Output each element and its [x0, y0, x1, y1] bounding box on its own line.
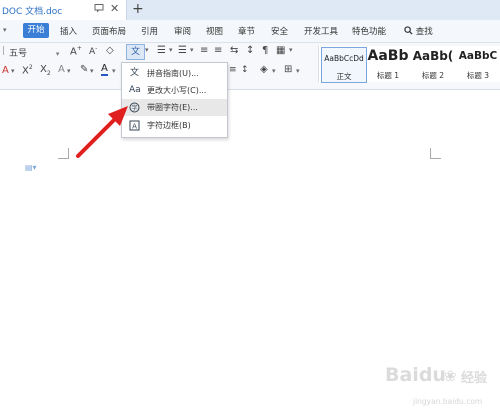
clear-format-icon[interactable]: ◇	[106, 45, 114, 56]
line-spacing-icon[interactable]: ↕	[241, 65, 249, 75]
shading-chevron-icon[interactable]: ▾	[272, 67, 276, 75]
menu-tab-insert[interactable]: 插入	[60, 25, 77, 37]
menu-tab-features[interactable]: 特色功能	[352, 25, 386, 37]
annotation-arrow	[76, 106, 128, 158]
bullet-list-icon[interactable]: ☰	[157, 45, 166, 56]
quick-access-dropdown-icon[interactable]: ▾	[3, 26, 7, 34]
new-tab-button[interactable]: +	[132, 1, 144, 17]
watermark-sub: 经验	[461, 371, 488, 386]
style-preview: AaBb(	[412, 49, 454, 63]
margin-corner-top-right	[430, 148, 441, 159]
document-tab[interactable]: DOC 文档.doc ✕	[0, 0, 127, 20]
numbered-list-icon[interactable]: ☰	[178, 45, 187, 56]
style-label: 标题 3	[466, 71, 490, 80]
search-menu[interactable]: 查找	[404, 25, 433, 37]
menu-tab-chapter[interactable]: 章节	[238, 25, 255, 37]
indent-icon[interactable]: ≡	[214, 45, 222, 56]
highlight-icon[interactable]: ✎	[80, 64, 88, 75]
phonetic-guide-button[interactable]: 文	[126, 44, 145, 60]
font-color-a-icon[interactable]: A	[2, 65, 9, 76]
margin-corner-top-left	[58, 148, 69, 159]
style-label: 标题 1	[376, 71, 400, 80]
dropdown-item-label: 拼音指南(U)...	[147, 69, 199, 78]
font-size-dropdown[interactable]: 五号 ▾	[9, 46, 59, 59]
font-color-chevron-icon[interactable]: ▾	[112, 67, 116, 75]
highlight-chevron-icon[interactable]: ▾	[90, 67, 94, 75]
close-tab-icon[interactable]: ✕	[110, 2, 119, 15]
styles-gallery: AaBbCcDd 正文 AaBb 标题 1 AaBb( 标题 2 AaBbC 标…	[318, 46, 500, 83]
chevron-down-icon: ▾	[55, 50, 60, 58]
paw-icon: ❀	[444, 367, 457, 385]
phonetic-guide-chevron-icon[interactable]: ▾	[145, 46, 149, 54]
search-icon	[404, 26, 413, 35]
font-shrink-icon[interactable]: A-	[89, 45, 97, 57]
pin-icon[interactable]	[94, 3, 104, 16]
dropdown-item-change-case[interactable]: Aa 更改大小写(C)...	[122, 82, 227, 99]
subscript-icon[interactable]: X2	[40, 64, 51, 77]
paragraph-handle-icon[interactable]: ▤▾	[25, 163, 37, 172]
menu-tab-review[interactable]: 审阅	[174, 25, 191, 37]
menu-tab-page-layout[interactable]: 页面布局	[92, 25, 126, 37]
style-label: 标题 2	[421, 71, 445, 80]
menu-tab-developer[interactable]: 开发工具	[304, 25, 338, 37]
dropdown-item-label: 带圈字符(E)...	[147, 103, 198, 112]
shading-icon[interactable]: ◈	[260, 64, 268, 75]
watermark-brand: Baidu	[385, 364, 446, 386]
ribbon-scroll-left[interactable]: |	[2, 46, 5, 56]
numbered-list-chevron-icon[interactable]: ▾	[190, 46, 194, 54]
menu-tab-start[interactable]: 开始	[23, 23, 49, 38]
text-effect-icon[interactable]: A	[58, 64, 65, 75]
menu-bar: ▾ 开始 插入 页面布局 引用 审阅 视图 章节 安全 开发工具 特色功能 查找	[0, 20, 500, 43]
font-color-icon[interactable]: A	[101, 63, 108, 76]
font-size-value: 五号	[9, 49, 28, 59]
superscript-icon[interactable]: X2	[22, 64, 33, 76]
menu-tab-references[interactable]: 引用	[141, 25, 158, 37]
outdent-icon[interactable]: ≡	[200, 45, 208, 56]
font-color-a-chevron-icon[interactable]: ▾	[11, 67, 15, 75]
menu-tab-view[interactable]: 视图	[206, 25, 223, 37]
border-icon[interactable]: ⊞	[284, 64, 292, 75]
text-effect-chevron-icon[interactable]: ▾	[67, 67, 71, 75]
watermark-url: jingyan.baidu.com	[413, 397, 483, 406]
search-label: 查找	[415, 27, 433, 37]
style-heading-2[interactable]: AaBb( 标题 2	[411, 47, 455, 81]
bullet-list-chevron-icon[interactable]: ▾	[169, 46, 173, 54]
chinese-layout-icon[interactable]: ⇆	[230, 45, 238, 56]
dropdown-item-phonetic-guide[interactable]: 文 拼音指南(U)...	[122, 65, 227, 82]
align-justify-icon[interactable]: ≡	[229, 65, 237, 75]
change-case-icon: Aa	[129, 85, 141, 95]
style-preview: AaBbCcDd	[324, 54, 364, 63]
dropdown-item-label: 更改大小写(C)...	[147, 86, 207, 95]
style-label: 正文	[336, 72, 352, 81]
dropdown-item-label: 字符边框(B)	[147, 121, 191, 130]
menu-tab-security[interactable]: 安全	[271, 25, 288, 37]
style-preview: AaBbC	[458, 50, 498, 62]
style-preview: AaBb	[367, 48, 409, 64]
table-chevron-icon[interactable]: ▾	[289, 46, 293, 54]
font-grow-icon[interactable]: A+	[70, 45, 82, 57]
border-chevron-icon[interactable]: ▾	[296, 67, 300, 75]
phonetic-icon: 文	[129, 68, 139, 78]
style-heading-1[interactable]: AaBb 标题 1	[366, 47, 410, 81]
table-icon[interactable]: ▦	[276, 45, 285, 56]
baidu-watermark: Baidu ❀ 经验 jingyan.baidu.com	[385, 364, 495, 410]
style-normal[interactable]: AaBbCcDd 正文	[321, 47, 367, 83]
style-heading-3[interactable]: AaBbC 标题 3	[456, 47, 500, 81]
sort-icon[interactable]: ↕	[246, 45, 254, 56]
document-title: DOC 文档.doc	[2, 7, 63, 17]
show-marks-icon[interactable]: ¶	[262, 45, 268, 56]
